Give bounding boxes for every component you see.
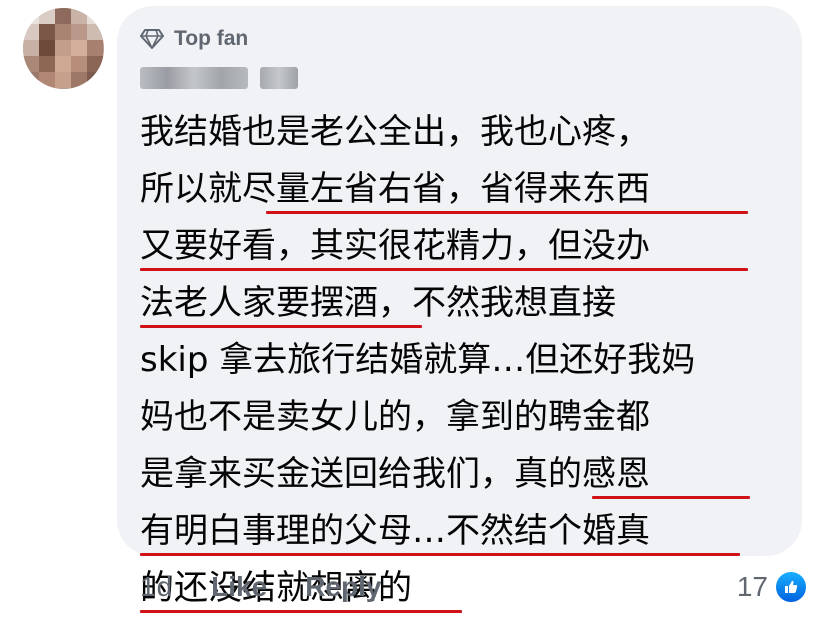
comment-text: 我结婚也是老公全出，我也心疼， 所以就尽量左省右省，省得来东西 又要好看，其实很… xyxy=(140,104,790,617)
comment-line: 有明白事理的父母…不然结个婚真 xyxy=(140,503,790,560)
thumbs-up-icon xyxy=(774,570,808,604)
comment-line: 法老人家要摆酒，不然我想直接 xyxy=(140,275,790,332)
comment-line: 我结婚也是老公全出，我也心疼， xyxy=(140,112,650,152)
reaction-count: 17 xyxy=(736,571,768,602)
avatar[interactable] xyxy=(23,8,104,89)
red-underline xyxy=(140,553,740,556)
red-underline xyxy=(266,211,748,214)
like-button[interactable]: Like xyxy=(211,571,267,603)
comment-line: 所以就尽量左省右省，省得来东西 xyxy=(140,161,790,218)
reply-button[interactable]: Reply xyxy=(305,571,381,603)
top-fan-badge: Top fan xyxy=(140,24,248,54)
red-underline xyxy=(140,325,422,328)
timestamp[interactable]: 1d xyxy=(140,571,173,603)
comment-line: 又要好看，其实很花精力，但没办 xyxy=(140,218,790,275)
author-name-blurred[interactable] xyxy=(140,67,298,89)
badge-label: Top fan xyxy=(174,27,249,50)
comment-line: 是拿来买金送回给我们，真的感恩 xyxy=(140,446,790,503)
reaction-summary[interactable]: 17 xyxy=(737,565,808,609)
comment-actions: 1d Like Reply xyxy=(140,565,419,609)
red-underline xyxy=(140,268,748,271)
comment-line: skip 拿去旅行结婚就算…但还好我妈 xyxy=(140,340,696,380)
diamond-icon xyxy=(140,29,164,49)
red-underline xyxy=(592,496,750,499)
red-underline xyxy=(140,610,462,613)
comment-line: 妈也不是卖女儿的，拿到的聘金都 xyxy=(140,397,650,437)
